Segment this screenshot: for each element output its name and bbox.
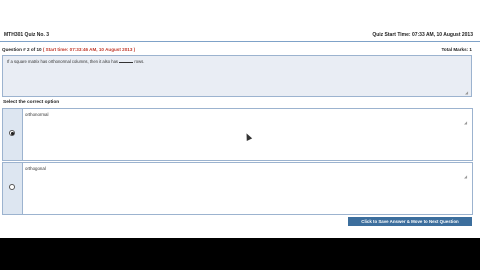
resize-grip-icon[interactable]: ◢ <box>464 175 468 179</box>
option-2-label: orthogonal <box>25 166 46 171</box>
answer-option-1[interactable]: orthonormal ◢ <box>2 108 473 161</box>
total-marks: Total Marks: 1 <box>441 47 472 52</box>
resize-grip-icon[interactable]: ◢ <box>464 121 468 125</box>
header-divider <box>0 41 480 42</box>
radio-cell <box>3 163 23 214</box>
question-text: If a square matrix has orthonormal colum… <box>7 59 144 64</box>
question-start-time: ( Start time: 07:33:46 AM, 10 August 201… <box>42 47 136 52</box>
question-text-box: If a square matrix has orthonormal colum… <box>2 55 472 97</box>
question-blank <box>119 62 134 63</box>
option-2-radio[interactable] <box>9 184 15 190</box>
select-option-label: Select the correct option <box>3 100 60 105</box>
answer-option-2[interactable]: orthogonal ◢ <box>2 162 473 215</box>
quiz-start-time: Quiz Start Time: 07:33 AM, 10 August 201… <box>372 32 473 38</box>
question-text-before: If a square matrix has orthonormal colum… <box>7 59 119 64</box>
resize-grip-icon[interactable]: ◢ <box>465 91 469 95</box>
save-next-button[interactable]: Click to Save Answer & Move to Next Ques… <box>348 217 472 226</box>
question-text-after: rows. <box>134 59 145 64</box>
quiz-page: MTH301 Quiz No. 3 Quiz Start Time: 07:33… <box>0 0 480 238</box>
option-1-label: orthonormal <box>25 112 49 117</box>
radio-cell <box>3 109 23 160</box>
option-1-radio[interactable] <box>9 130 15 136</box>
quiz-title: MTH301 Quiz No. 3 <box>4 32 50 38</box>
question-number: Question # 2 of 10 <box>2 47 42 52</box>
